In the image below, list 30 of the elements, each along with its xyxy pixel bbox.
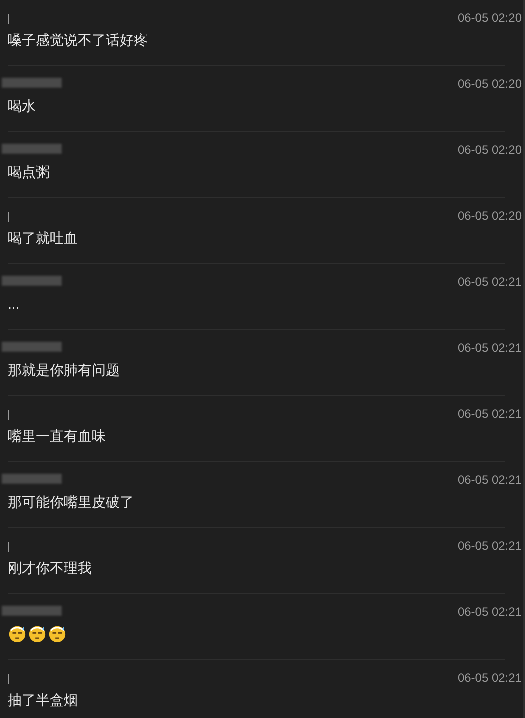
message-time: 06-05 02:21 <box>458 406 522 423</box>
message-time: 06-05 02:21 <box>458 340 522 357</box>
blurred-name <box>2 78 62 88</box>
message-text: ... <box>8 295 20 314</box>
sweat-face-icon <box>48 624 67 643</box>
message-text: 那就是你肺有问题 <box>8 361 120 380</box>
message-time: 06-05 02:20 <box>458 10 522 27</box>
message-text: 刚才你不理我 <box>8 559 92 578</box>
message-text: 喝点粥 <box>8 163 50 182</box>
message-time: 06-05 02:20 <box>458 208 522 225</box>
blurred-name <box>2 276 62 286</box>
sweat-face-icon <box>8 624 27 643</box>
blurred-name <box>2 606 62 616</box>
message-text: 喝水 <box>8 97 36 116</box>
message-time: 06-05 02:20 <box>458 76 522 93</box>
message-time: 06-05 02:21 <box>458 604 522 621</box>
message-text: 那可能你嘴里皮破了 <box>8 493 134 512</box>
message-text: 抽了半盒烟 <box>8 691 78 710</box>
message-time: 06-05 02:21 <box>458 472 522 489</box>
message-text: 喝了就吐血 <box>8 229 78 248</box>
message-time: 06-05 02:21 <box>458 670 522 687</box>
blurred-name <box>2 144 62 154</box>
sweat-face-icon <box>28 624 47 643</box>
message-time: 06-05 02:21 <box>458 274 522 291</box>
message-text: 嘴里一直有血味 <box>8 427 106 446</box>
message-time: 06-05 02:21 <box>458 538 522 555</box>
message-time: 06-05 02:20 <box>458 142 522 159</box>
message-text: 嗓子感觉说不了话好疼 <box>8 31 148 50</box>
blurred-name <box>2 342 62 352</box>
blurred-name <box>2 474 62 484</box>
